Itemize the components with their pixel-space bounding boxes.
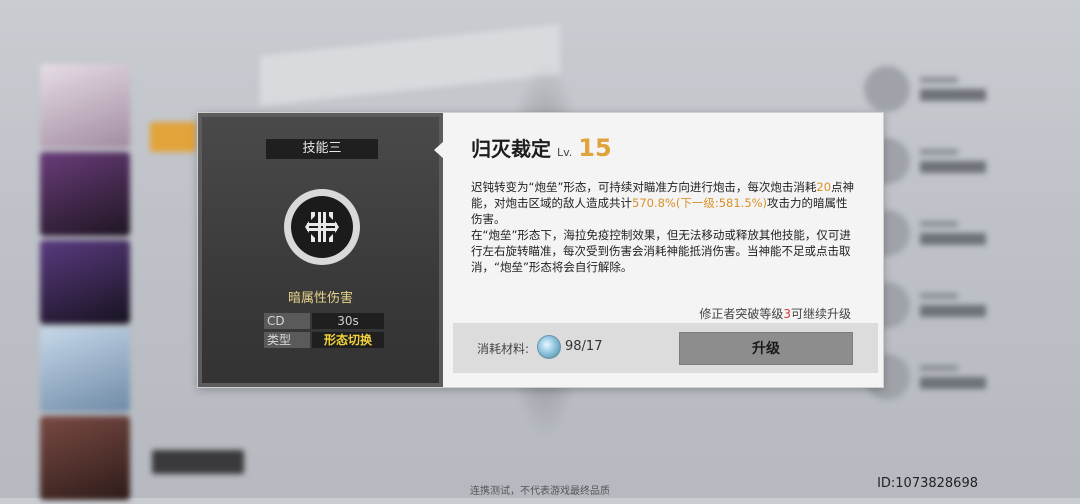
skill-level: 15 — [578, 134, 612, 162]
skill-description: 迟钝转变为“炮垒”形态，可持续对瞄准方向进行炮击，每次炮击消耗20点神能，对炮击… — [471, 179, 855, 275]
side-menu-item[interactable] — [150, 254, 200, 284]
cooldown-label: CD — [264, 313, 310, 329]
skill-slot-label: 技能三 — [266, 139, 378, 159]
character-roster — [40, 64, 132, 504]
upgrade-hint: 修正者突破等级3可继续升级 — [699, 305, 851, 322]
user-id: ID:1073828698 — [877, 476, 978, 491]
skill-title: 归灭裁定 Lv. 15 — [471, 133, 612, 162]
description-text: 迟钝转变为“炮垒”形态，可持续对瞄准方向进行炮击，每次炮击消耗 — [471, 180, 817, 194]
cost-bar: 消耗材料: 98/17 升级 — [453, 323, 878, 373]
damage-type-label: 暗属性伤害 — [287, 291, 353, 306]
upgrade-hint-level: 3 — [783, 307, 791, 321]
skill-type-label: 类型 — [264, 332, 310, 348]
skill-detail-panel: 归灭裁定 Lv. 15 迟钝转变为“炮垒”形态，可持续对瞄准方向进行炮击，每次炮… — [443, 113, 883, 387]
description-highlight: 20 — [816, 180, 832, 194]
upgrade-button[interactable]: 升级 — [679, 332, 853, 365]
cooldown-row: CD 30s — [264, 313, 384, 329]
character-portrait[interactable] — [40, 328, 130, 412]
skill-name: 归灭裁定 — [471, 137, 551, 161]
skill-type-value: 形态切换 — [312, 332, 384, 348]
skill-type-row: 类型 形态切换 — [264, 332, 384, 348]
side-menu-item[interactable] — [150, 166, 200, 196]
skill-summary-panel: 技能三 暗属性伤害 CD 30s 类型 形态切换 — [198, 113, 443, 387]
filter-button[interactable] — [152, 450, 244, 474]
skill-icon-frame — [284, 189, 360, 265]
grid-sigil-icon — [291, 196, 353, 258]
cost-count: 98/17 — [565, 339, 603, 354]
cooldown-value: 30s — [312, 313, 384, 329]
side-menu-item[interactable] — [150, 210, 200, 240]
skill-list-icon — [864, 66, 910, 112]
description-highlight: 570.8%(下一级:581.5%) — [632, 196, 768, 210]
side-menu-item-active[interactable] — [150, 122, 196, 152]
upgrade-hint-text: 修正者突破等级 — [699, 307, 784, 321]
character-portrait[interactable] — [40, 64, 130, 148]
description-text: 在“炮垒”形态下，海拉免疫控制效果，但无法移动或释放其他技能，仅可进行左右旋转瞄… — [471, 228, 851, 274]
skill-detail-dialog: 技能三 暗属性伤害 CD 30s 类型 形态切换 归灭裁定 Lv. 15 迟钝转… — [197, 112, 884, 388]
upgrade-hint-text: 可继续升级 — [790, 307, 851, 321]
side-menu — [150, 78, 200, 298]
side-menu-item[interactable] — [150, 78, 200, 108]
cost-label: 消耗材料: — [477, 342, 530, 356]
crystal-material-icon[interactable] — [537, 335, 561, 359]
character-portrait[interactable] — [40, 152, 130, 236]
skill-list-item[interactable] — [864, 66, 990, 112]
level-prefix: Lv. — [557, 146, 573, 159]
character-portrait[interactable] — [40, 240, 130, 324]
